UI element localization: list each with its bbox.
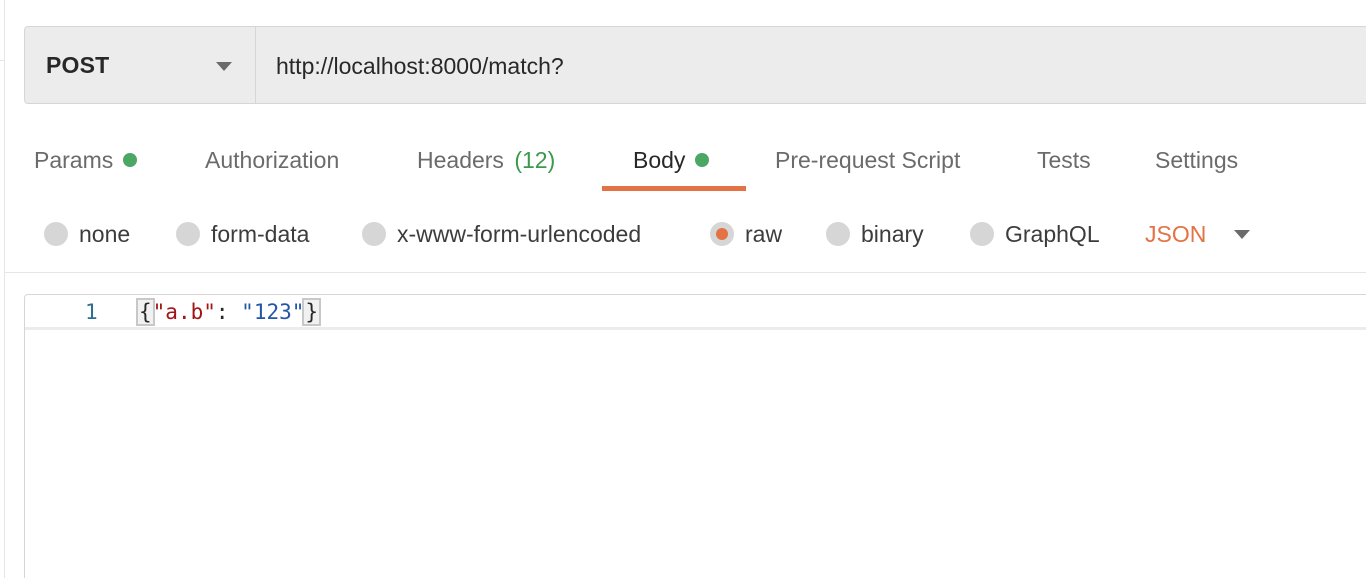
request-tabs: Params Authorization Headers (12) Body P… — [0, 132, 1366, 192]
tab-headers[interactable]: Headers (12) — [417, 132, 555, 190]
tab-pre-request-script[interactable]: Pre-request Script — [775, 132, 960, 190]
body-mode-raw-label: raw — [745, 220, 783, 247]
body-mode-binary-label: binary — [861, 220, 924, 247]
chevron-down-icon — [216, 62, 232, 71]
body-mode-urlencoded-label: x-www-form-urlencoded — [397, 220, 642, 247]
method-select[interactable]: POST — [25, 27, 256, 103]
tab-settings[interactable]: Settings — [1155, 132, 1238, 190]
json-value: "123" — [241, 300, 305, 324]
tab-headers-label: Headers — [417, 147, 504, 173]
params-indicator-dot — [123, 152, 138, 167]
tab-settings-label: Settings — [1155, 147, 1239, 173]
chevron-down-icon — [1234, 229, 1251, 239]
active-line-highlight — [25, 327, 1366, 330]
body-mode-none-label: none — [79, 220, 131, 247]
sidebar-divider — [0, 60, 5, 61]
body-mode-form-data[interactable]: form-data — [176, 206, 309, 262]
radio-urlencoded[interactable] — [362, 222, 386, 246]
body-indicator-dot — [695, 152, 710, 167]
body-mode-graphql[interactable]: GraphQL — [970, 206, 1100, 262]
language-label: JSON — [1145, 220, 1207, 247]
line-number: 1 — [85, 300, 98, 324]
sidebar-border — [4, 0, 5, 578]
section-divider — [4, 272, 1366, 273]
json-key: "a.b" — [152, 300, 216, 324]
tab-body[interactable]: Body — [633, 132, 710, 190]
url-input[interactable] — [256, 27, 1366, 105]
url-bar: POST — [24, 26, 1366, 105]
body-mode-binary[interactable]: binary — [826, 206, 924, 262]
tab-authorization[interactable]: Authorization — [205, 132, 339, 190]
radio-form-data[interactable] — [176, 222, 200, 246]
method-label: POST — [46, 51, 110, 78]
tab-authorization-label: Authorization — [205, 147, 340, 173]
radio-graphql[interactable] — [970, 222, 994, 246]
headers-count: (12) — [514, 147, 556, 173]
radio-binary[interactable] — [826, 222, 850, 246]
body-mode-none[interactable]: none — [44, 206, 130, 262]
body-mode-raw[interactable]: raw — [710, 206, 782, 262]
radio-raw[interactable] — [710, 222, 734, 246]
body-mode-options: none form-data x-www-form-urlencoded raw… — [0, 206, 1366, 262]
close-brace: } — [302, 298, 322, 326]
body-mode-urlencoded[interactable]: x-www-form-urlencoded — [362, 206, 641, 262]
radio-none[interactable] — [44, 222, 68, 246]
request-builder: POST Params Authorization Headers (12) B… — [0, 0, 1366, 578]
tab-tests[interactable]: Tests — [1037, 132, 1091, 190]
active-tab-indicator — [602, 186, 746, 191]
json-colon: : — [215, 300, 242, 324]
body-editor[interactable]: 1 {"a.b": "123"} — [24, 294, 1366, 578]
tab-params[interactable]: Params — [34, 132, 138, 190]
tab-body-label: Body — [633, 147, 686, 173]
tab-params-label: Params — [34, 147, 114, 173]
body-mode-form-data-label: form-data — [211, 220, 310, 247]
body-mode-graphql-label: GraphQL — [1005, 220, 1100, 247]
open-brace: { — [136, 298, 155, 326]
code-line[interactable]: {"a.b": "123"} — [136, 298, 322, 326]
tab-pre-request-script-label: Pre-request Script — [775, 147, 961, 173]
language-select[interactable]: JSON — [1145, 206, 1251, 262]
tab-tests-label: Tests — [1037, 147, 1091, 173]
